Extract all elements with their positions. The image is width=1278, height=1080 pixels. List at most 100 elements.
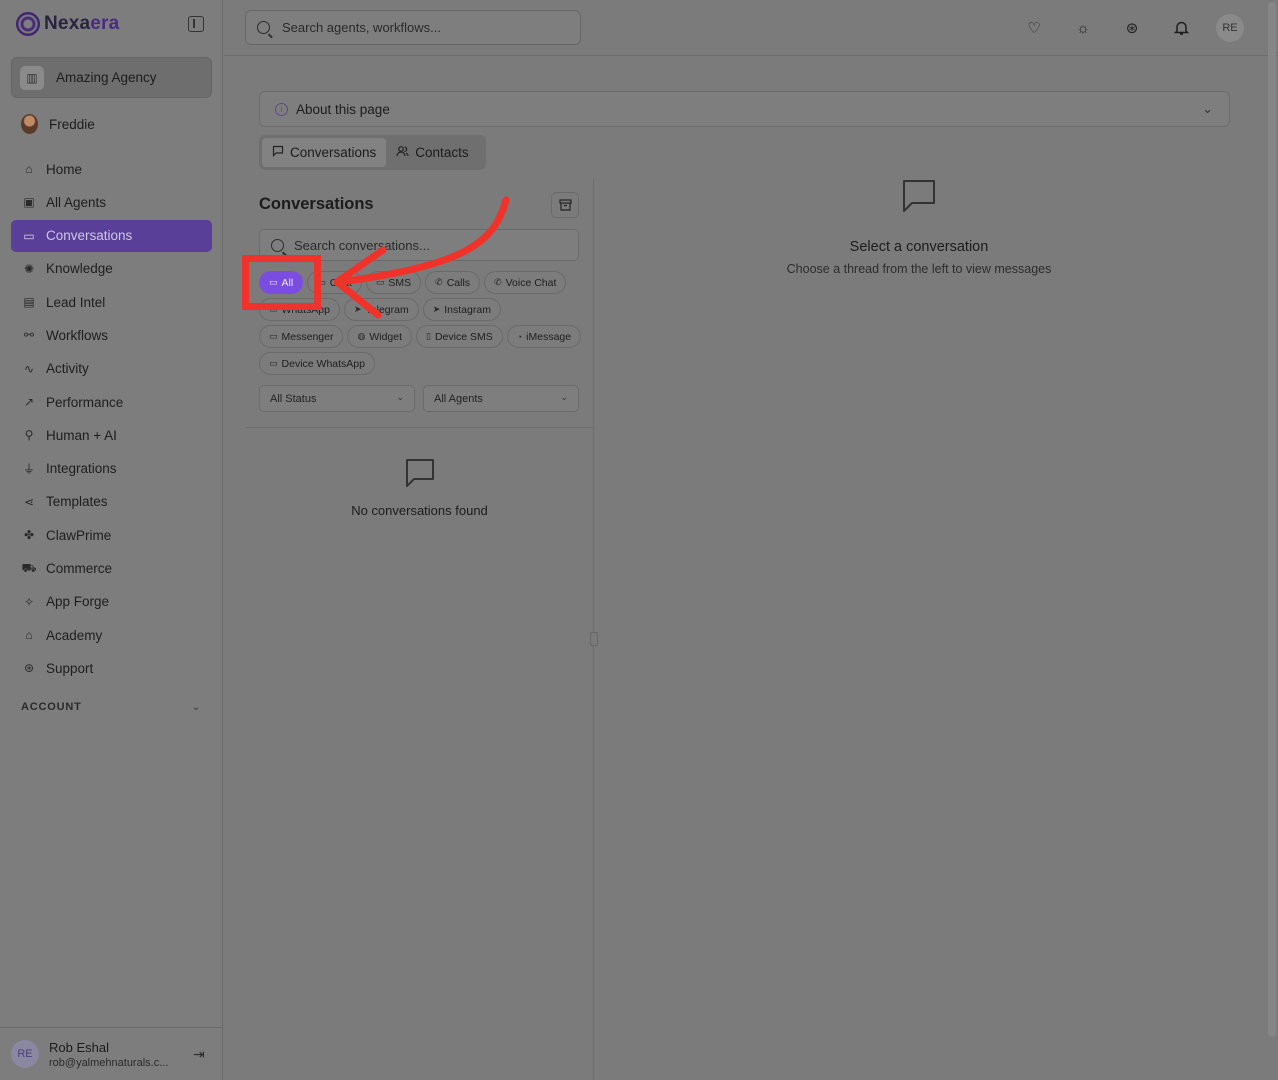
sidebar-item-knowledge[interactable]: ✺ Knowledge xyxy=(11,253,212,285)
sun-icon[interactable]: ☼ xyxy=(1073,18,1093,38)
sidebar-nav: ⌂ Home ▣ All Agents ▭ Conversations ✺ Knowledge… xyxy=(11,153,212,686)
current-user[interactable]: Freddie xyxy=(21,114,95,134)
org-name: Amazing Agency xyxy=(56,70,157,85)
sidebar-item-label: App Forge xyxy=(46,594,110,610)
sidebar-item-label: Commerce xyxy=(46,561,113,577)
sidebar-item-templates[interactable]: ⋖ Templates xyxy=(11,486,212,518)
sidebar-item-integrations[interactable]: ⏚ Integrations xyxy=(11,453,212,485)
info-icon: i xyxy=(275,102,288,116)
graduation-cap-icon: ⌂ xyxy=(25,628,33,643)
apple-icon: ◔ xyxy=(516,331,523,342)
footer-user-name: Rob Eshal xyxy=(49,1039,109,1055)
archive-icon xyxy=(558,199,572,211)
trending-up-icon: ↗ xyxy=(23,395,35,410)
top-actions: ♡ ☼ ⊛ RE xyxy=(995,14,1244,42)
sidebar-item-commerce[interactable]: ⛟ Commerce xyxy=(11,553,212,585)
chevron-down-icon: ⌄ xyxy=(191,701,201,713)
global-search-input[interactable]: Search agents, workflows... xyxy=(245,10,581,45)
chat-icon: ▭ xyxy=(269,331,278,341)
lifebuoy-icon[interactable]: ⊛ xyxy=(1122,18,1142,38)
conversation-detail-empty: Select a conversation Choose a thread fr… xyxy=(596,178,1242,276)
bell-icon[interactable] xyxy=(1171,18,1191,38)
sidebar-item-human-ai[interactable]: ⚲ Human + AI xyxy=(11,419,212,451)
profile-avatar[interactable]: RE xyxy=(1216,14,1244,42)
detail-subtitle: Choose a thread from the left to view me… xyxy=(786,262,1052,276)
workflow-icon: ⚯ xyxy=(23,328,35,343)
sidebar-item-all-agents[interactable]: ▣ All Agents xyxy=(11,186,212,218)
filter-chip-widget[interactable]: ◍ Widget xyxy=(347,325,413,348)
sidebar-collapse-icon[interactable] xyxy=(188,16,204,32)
divider xyxy=(245,427,594,428)
filter-chip-sms[interactable]: ▭ SMS xyxy=(365,271,422,294)
filter-chip-instagram[interactable]: ➤ Instagram xyxy=(422,298,501,321)
filter-chip-calls[interactable]: ✆ Calls xyxy=(425,271,481,294)
archive-button[interactable] xyxy=(551,192,579,218)
phone-icon: ✆ xyxy=(435,277,443,287)
globe-icon: ◍ xyxy=(357,331,366,341)
sidebar-item-label: Templates xyxy=(46,494,108,510)
sidebar-item-label: Academy xyxy=(46,627,103,643)
status-filter-value: All Status xyxy=(270,392,317,405)
sidebar-item-conversations[interactable]: ▭ Conversations xyxy=(11,219,212,252)
filter-chip-label: SMS xyxy=(388,276,412,289)
filter-chip-messenger[interactable]: ▭ Messenger xyxy=(259,325,344,348)
filter-chip-voice-chat[interactable]: ✆ Voice Chat xyxy=(484,271,567,294)
tab-contacts[interactable]: Contacts xyxy=(386,138,478,167)
tab-conversations[interactable]: Conversations xyxy=(262,138,387,167)
filter-chip-device-whatsapp[interactable]: ▭ Device WhatsApp xyxy=(259,352,375,375)
filter-chip-device-sms[interactable]: ▯ Device SMS xyxy=(416,325,503,348)
filter-chip-imessage[interactable]: ◔ iMessage xyxy=(506,325,582,348)
brand-logo-icon xyxy=(16,12,40,36)
lifebuoy-icon: ⊛ xyxy=(23,661,35,676)
sidebar-item-label: Support xyxy=(46,660,94,676)
sidebar-item-label: Home xyxy=(46,161,83,177)
sidebar-item-lead-intel[interactable]: ▤ Lead Intel xyxy=(11,286,212,318)
chat-icon: ▭ xyxy=(269,358,278,368)
footer-user[interactable]: RE Rob Eshal rob@yalmehnaturals.c... ⇥ xyxy=(0,1027,223,1080)
sidebar-item-home[interactable]: ⌂ Home xyxy=(11,153,212,185)
about-page-accordion[interactable]: i About this page ⌄ xyxy=(259,91,1230,127)
filter-chip-label: Device SMS xyxy=(434,330,493,343)
view-tabs: Conversations Contacts xyxy=(259,135,486,170)
filter-chip-label: Instagram xyxy=(444,303,491,316)
agent-filter-select[interactable]: All Agents ⌄ xyxy=(423,385,579,412)
sidebar-item-label: ClawPrime xyxy=(46,527,112,543)
sidebar-item-academy[interactable]: ⌂ Academy xyxy=(11,619,212,651)
global-search-placeholder: Search agents, workflows... xyxy=(282,20,441,35)
cart-icon: ⛟ xyxy=(21,560,37,575)
sidebar-item-label: Workflows xyxy=(46,327,109,343)
search-icon xyxy=(257,21,270,34)
chat-bubble-icon xyxy=(405,459,434,487)
panel-resize-handle[interactable] xyxy=(590,632,598,646)
sidebar-item-support[interactable]: ⊛ Support xyxy=(11,652,212,684)
share-icon: ⋖ xyxy=(23,494,35,509)
heart-icon[interactable]: ♡ xyxy=(1024,18,1044,38)
brand-logo[interactable]: Nexaera xyxy=(16,10,208,38)
org-switcher[interactable]: ▥ Amazing Agency xyxy=(11,57,212,98)
search-icon xyxy=(271,238,284,252)
sidebar-item-app-forge[interactable]: ✧ App Forge xyxy=(11,586,212,618)
filter-chip-label: Telegram xyxy=(365,303,409,316)
sidebar-item-workflows[interactable]: ⚯ Workflows xyxy=(11,319,212,351)
page-scrollbar[interactable] xyxy=(1268,2,1276,1037)
briefcase-icon: ▣ xyxy=(23,195,35,210)
filter-chip-label: iMessage xyxy=(526,330,572,343)
filter-chip-telegram[interactable]: ➤ Telegram xyxy=(343,298,419,321)
filter-chip-label: Calls xyxy=(446,276,471,289)
status-filter-select[interactable]: All Status ⌄ xyxy=(259,385,415,412)
logout-icon[interactable]: ⇥ xyxy=(193,1046,209,1062)
panel-title: Conversations xyxy=(259,195,374,213)
send-icon: ➤ xyxy=(353,304,362,314)
account-section-toggle[interactable]: ACCOUNT ⌄ xyxy=(21,701,201,713)
conversation-search-placeholder: Search conversations... xyxy=(294,237,430,253)
sidebar-item-activity[interactable]: ∿ Activity xyxy=(11,353,212,385)
phone-icon: ✆ xyxy=(494,277,502,287)
network-icon: ⚲ xyxy=(24,428,34,443)
sidebar-item-clawprime[interactable]: ✤ ClawPrime xyxy=(11,519,212,551)
filter-chip-label: Voice Chat xyxy=(505,276,557,289)
account-label: ACCOUNT xyxy=(21,701,82,713)
sidebar-item-performance[interactable]: ↗ Performance xyxy=(11,386,212,418)
filter-chip-label: Device WhatsApp xyxy=(281,357,365,370)
chat-icon: ▭ xyxy=(23,228,35,243)
agent-filter-value: All Agents xyxy=(434,392,483,405)
